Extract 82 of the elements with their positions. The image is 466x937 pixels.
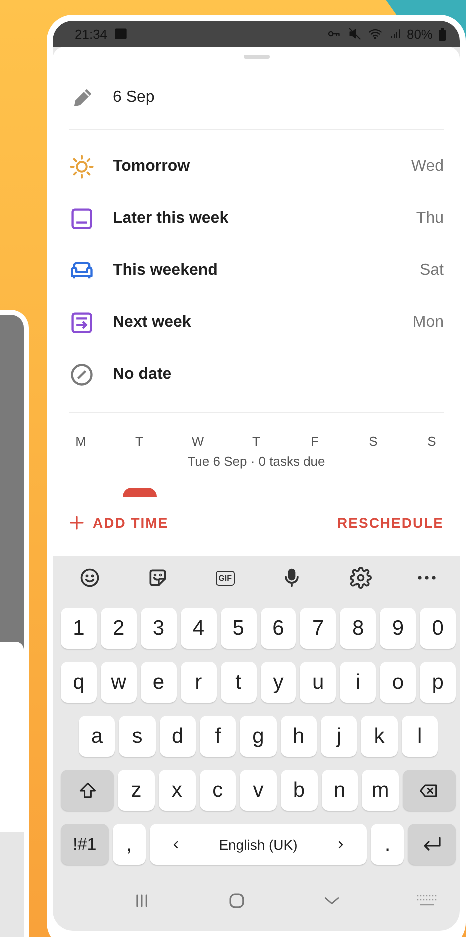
key[interactable]: 1 [61, 608, 97, 649]
weekday-label[interactable]: S [423, 434, 441, 449]
drag-handle[interactable] [244, 55, 270, 59]
date-option[interactable]: No date [69, 349, 444, 401]
day-summary: Tue 6 Sep · 0 tasks due [186, 454, 326, 469]
key[interactable]: r [180, 662, 217, 703]
plus-icon [69, 515, 85, 531]
key[interactable]: . [371, 824, 404, 865]
key[interactable]: q [61, 662, 97, 703]
key[interactable]: t [220, 662, 257, 703]
key[interactable]: b [280, 770, 318, 811]
key[interactable]: 5 [220, 608, 257, 649]
date-option[interactable]: Later this week Thu [69, 193, 444, 245]
key[interactable]: h [280, 716, 317, 757]
key[interactable]: 0 [420, 608, 456, 649]
key[interactable]: d [160, 716, 196, 757]
key[interactable]: , [112, 824, 146, 865]
option-label: Tomorrow [113, 158, 192, 176]
key[interactable]: j [320, 716, 358, 757]
key[interactable]: o [380, 662, 416, 703]
space-key[interactable]: English (UK) [150, 824, 368, 865]
key[interactable]: f [200, 716, 236, 757]
reschedule-button[interactable]: RESCHEDULE [334, 511, 448, 535]
weekday-label[interactable]: T [248, 434, 266, 449]
date-option[interactable]: This weekend Sat [69, 245, 444, 297]
key[interactable]: 4 [180, 608, 217, 649]
weekday-label[interactable]: S [364, 434, 382, 449]
option-weekday: Sat [420, 262, 444, 280]
key[interactable]: w [100, 662, 137, 703]
signal-icon [388, 27, 401, 41]
weekday-label[interactable]: W [189, 434, 207, 449]
key[interactable]: k [361, 716, 398, 757]
weekday-label[interactable]: F [306, 434, 324, 449]
shift-key[interactable] [61, 770, 114, 811]
more-icon [418, 576, 436, 580]
wifi-icon [368, 27, 383, 41]
key[interactable]: v [240, 770, 277, 811]
key[interactable]: 3 [140, 608, 177, 649]
key[interactable]: i [340, 662, 376, 703]
key[interactable]: 7 [300, 608, 336, 649]
settings-icon [350, 567, 372, 589]
option-label: This weekend [113, 262, 219, 280]
key[interactable]: g [240, 716, 277, 757]
sticker-icon [147, 567, 170, 589]
mute-icon [348, 27, 362, 41]
key[interactable]: n [322, 770, 358, 811]
key[interactable]: 8 [340, 608, 376, 649]
key[interactable]: u [300, 662, 336, 703]
key[interactable]: y [260, 662, 296, 703]
key[interactable]: x [158, 770, 196, 811]
key[interactable]: e [140, 662, 177, 703]
gif-button[interactable]: GIF [216, 570, 235, 586]
option-label: Next week [113, 314, 192, 332]
emoji-icon [79, 567, 101, 589]
key[interactable]: s [119, 716, 156, 757]
option-weekday: Thu [416, 210, 444, 228]
key[interactable]: l [402, 716, 438, 757]
enter-key[interactable] [408, 824, 456, 865]
key[interactable]: a [79, 716, 116, 757]
backspace-key[interactable] [402, 770, 456, 811]
symbols-key[interactable]: !#1 [61, 824, 109, 865]
battery-icon [439, 28, 446, 40]
keyboard-icon [416, 894, 438, 908]
key[interactable]: c [200, 770, 236, 811]
option-weekday: Wed [411, 158, 444, 176]
weekday-label[interactable]: M [72, 434, 90, 449]
key[interactable]: 2 [100, 608, 137, 649]
weekday-label[interactable]: T [130, 434, 148, 449]
key[interactable]: z [118, 770, 155, 811]
image-icon [114, 27, 128, 41]
date-option[interactable]: Next week Mon [69, 297, 444, 349]
selected-day-marker[interactable] [122, 488, 156, 497]
option-label: Later this week [113, 210, 230, 228]
key[interactable]: 9 [380, 608, 416, 649]
option-label: No date [113, 366, 173, 384]
key[interactable]: m [362, 770, 399, 811]
key[interactable]: 6 [260, 608, 296, 649]
date-input[interactable]: 6 Sep [113, 89, 155, 107]
key[interactable]: p [420, 662, 456, 703]
add-time-button[interactable]: ADD TIME [65, 511, 173, 535]
option-weekday: Mon [412, 314, 444, 332]
date-option[interactable]: Tomorrow Wed [69, 141, 444, 193]
